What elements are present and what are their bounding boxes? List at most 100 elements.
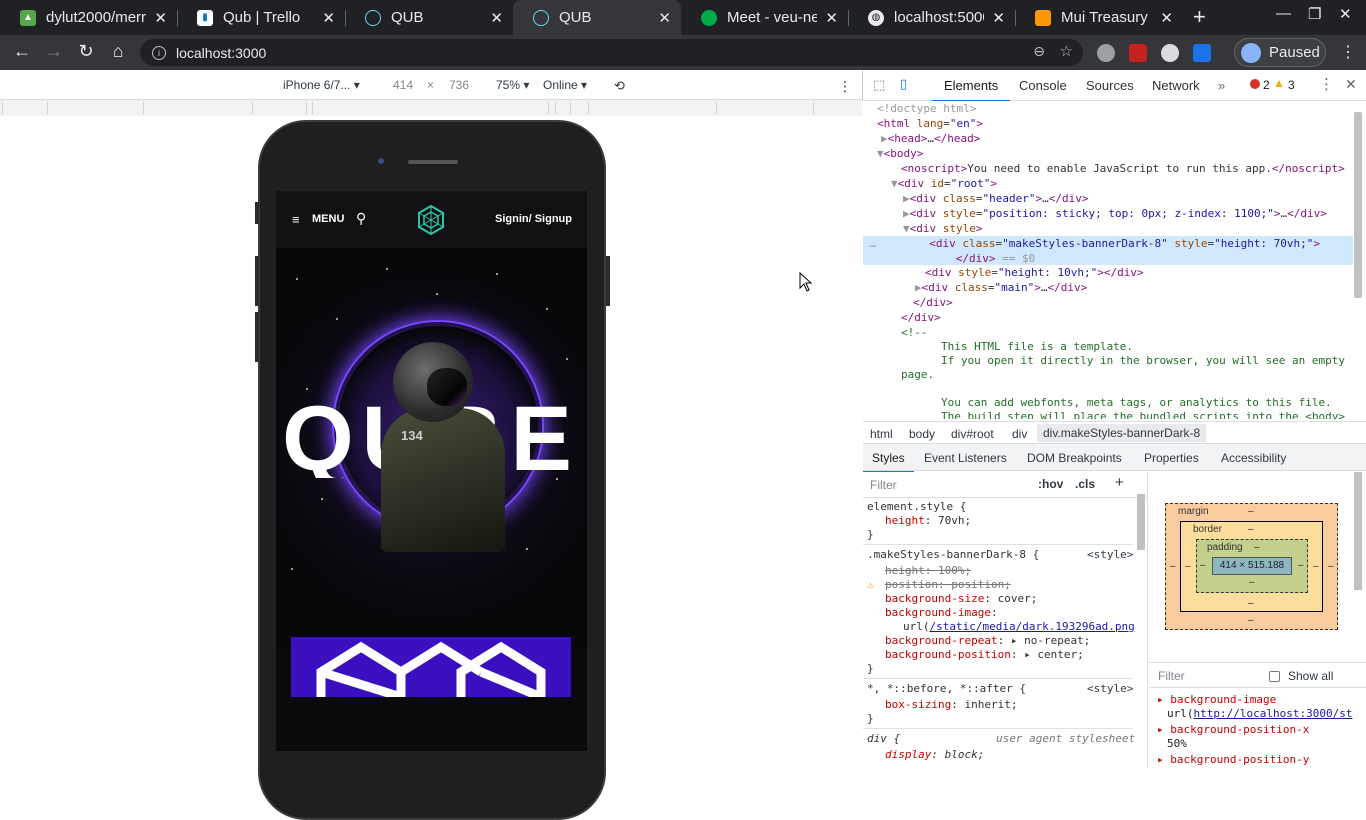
forward-button[interactable]: → [42,41,66,62]
close-icon[interactable]: ✕ [992,9,1005,27]
margin-top-value[interactable]: – [1248,506,1254,517]
computed-value-link[interactable]: http://localhost:3000/st [1194,707,1353,720]
close-icon[interactable]: ✕ [490,9,503,27]
tab-dom-breakpoints[interactable]: DOM Breakpoints [1027,451,1122,465]
info-icon[interactable]: i [152,45,166,60]
computed-value[interactable]: url(http://localhost:3000/st [1167,707,1352,721]
device-toggle-icon[interactable]: ▯ [900,76,907,92]
device-width-input[interactable]: 414 [393,78,413,92]
border-right-value[interactable]: – [1313,561,1319,572]
close-icon[interactable]: ✕ [322,9,335,27]
style-declaration[interactable]: height: 70vh; [885,514,971,528]
dom-line[interactable]: ▶<div class="header">…</div> [903,191,1088,206]
address-bar[interactable]: i localhost:3000 ⊖ ☆ [140,39,1083,66]
show-all-toggle[interactable]: Show all [1269,669,1333,683]
border-bottom-value[interactable]: – [1248,598,1254,609]
computed-scrollbar[interactable] [1354,472,1362,590]
media-query-bar[interactable] [0,100,862,116]
warning-icon[interactable]: ▲ [1273,76,1285,90]
border-top-value[interactable]: – [1248,524,1254,535]
home-button[interactable]: ⌂ [106,41,130,62]
dom-comment[interactable]: If you open it directly in the browser, … [941,353,1345,368]
extension-icon[interactable] [1129,44,1147,62]
qub-logo-icon[interactable] [416,205,446,235]
computed-property[interactable]: ▸ background-image [1157,693,1276,707]
dom-line[interactable]: ▶<head>…</head> [881,131,980,146]
tab-sources[interactable]: Sources [1086,78,1134,93]
search-icon[interactable]: ⚲ [356,210,366,227]
tab-accessibility[interactable]: Accessibility [1221,451,1286,465]
tab-trello[interactable]: ▮ Qub | Trello ✕ [177,0,345,35]
zoom-select[interactable]: 75% ▾ [496,78,529,92]
dom-line[interactable]: ▼<body> [877,146,923,161]
dom-line[interactable]: <noscript>You need to enable JavaScript … [901,161,1345,176]
style-declaration[interactable]: box-sizing: inherit; [885,698,1017,712]
dom-line[interactable]: ▶<div style="position: sticky; top: 0px;… [903,206,1327,221]
menu-button[interactable]: MENU [312,213,344,225]
extension-icon[interactable] [1193,44,1211,62]
reload-button[interactable]: ↻ [74,41,98,62]
window-close-icon[interactable]: ✕ [1339,5,1352,23]
margin-left-value[interactable]: – [1170,561,1176,572]
style-source-link[interactable]: <style> [1087,682,1137,696]
hamburger-icon[interactable]: ≡ [292,212,300,227]
inspect-element-icon[interactable]: ⬚ [873,77,885,93]
profile-button[interactable]: Paused [1234,38,1326,67]
close-icon[interactable]: ✕ [1160,9,1173,27]
device-select[interactable]: iPhone 6/7... ▾ [283,78,360,92]
tab-console[interactable]: Console [1019,78,1067,93]
dom-line[interactable]: <!doctype html> [877,101,976,116]
signin-signup-link[interactable]: Signin/ Signup [495,213,572,225]
style-declaration[interactable]: background-image: [885,606,998,620]
dom-line[interactable]: <html lang="en"> [877,116,983,131]
computed-property[interactable]: ▸ background-position-x [1157,723,1309,737]
computed-property[interactable]: ▸ background-position-y [1157,753,1309,767]
breadcrumb-body[interactable]: body [909,427,935,441]
restore-icon[interactable]: ❐ [1308,5,1321,23]
breadcrumb-html[interactable]: html [870,427,893,441]
zoom-icon[interactable]: ⊖ [1033,43,1045,60]
box-model-diagram[interactable]: margin – – – – border – – – – padding – … [1165,503,1338,630]
style-rule-selector[interactable]: element.style { [867,500,966,514]
device-height-input[interactable]: 736 [449,78,469,92]
padding-right-value[interactable]: – [1298,560,1304,571]
bookmark-star-icon[interactable]: ☆ [1060,42,1073,60]
style-declaration[interactable]: position: position; [885,578,1011,592]
dom-line[interactable]: </div> [901,310,941,325]
dom-line[interactable]: ▼<div id="root"> [891,176,997,191]
border-box[interactable]: border – – – – padding – – – – 414 × 515… [1180,521,1323,612]
style-declaration[interactable]: background-position: ▸ center; [885,648,1084,662]
style-rule-selector[interactable]: .makeStyles-bannerDark-8 { [867,548,1039,562]
dom-comment[interactable]: <!-- [901,325,928,340]
tab-qub-active[interactable]: QUB ✕ [513,0,681,35]
tab-elements[interactable]: Elements [931,78,1011,102]
devtools-menu-icon[interactable]: ⋮ [1319,75,1334,93]
dom-comment[interactable]: The build step will place the bundled sc… [941,409,1345,419]
style-declaration[interactable]: height: 100%; [885,564,971,578]
style-source-link[interactable]: <style> [1087,548,1137,562]
chrome-menu-icon[interactable]: ⋮ [1340,42,1356,62]
border-left-value[interactable]: – [1185,561,1191,572]
network-select[interactable]: Online ▾ [543,78,587,92]
close-icon[interactable]: ✕ [658,9,671,27]
tab-event-listeners[interactable]: Event Listeners [924,451,1007,465]
styles-scrollbar[interactable] [1137,494,1145,550]
devtools-close-icon[interactable]: ✕ [1345,76,1357,93]
dom-line[interactable]: ▼<div style> [903,221,983,236]
style-rule-selector[interactable]: *, *::before, *::after { [867,682,1026,696]
dom-line[interactable]: <div style="height: 10vh;"></div> [925,265,1144,280]
computed-filter-input[interactable]: Filter [1158,669,1185,683]
tab-styles[interactable]: Styles [863,451,914,473]
class-toggle[interactable]: .cls [1075,477,1095,491]
style-declaration[interactable]: background-size: cover; [885,592,1037,606]
style-declaration[interactable]: display: block; [885,748,984,762]
dom-scrollbar[interactable] [1354,112,1362,298]
padding-bottom-value[interactable]: – [1249,577,1255,588]
styles-filter-input[interactable]: Filter [870,478,897,492]
computed-value[interactable]: 50% [1167,737,1187,751]
dom-tree[interactable]: <!doctype html> <html lang="en"> ▶<head>… [863,101,1353,419]
tab-gitlab[interactable]: ▲ dylut2000/merr ✕ [0,0,177,35]
margin-bottom-value[interactable]: – [1248,615,1254,626]
minimize-icon[interactable]: — [1276,5,1291,22]
tab-mui-treasury[interactable]: Mui Treasury ✕ [1015,0,1183,35]
